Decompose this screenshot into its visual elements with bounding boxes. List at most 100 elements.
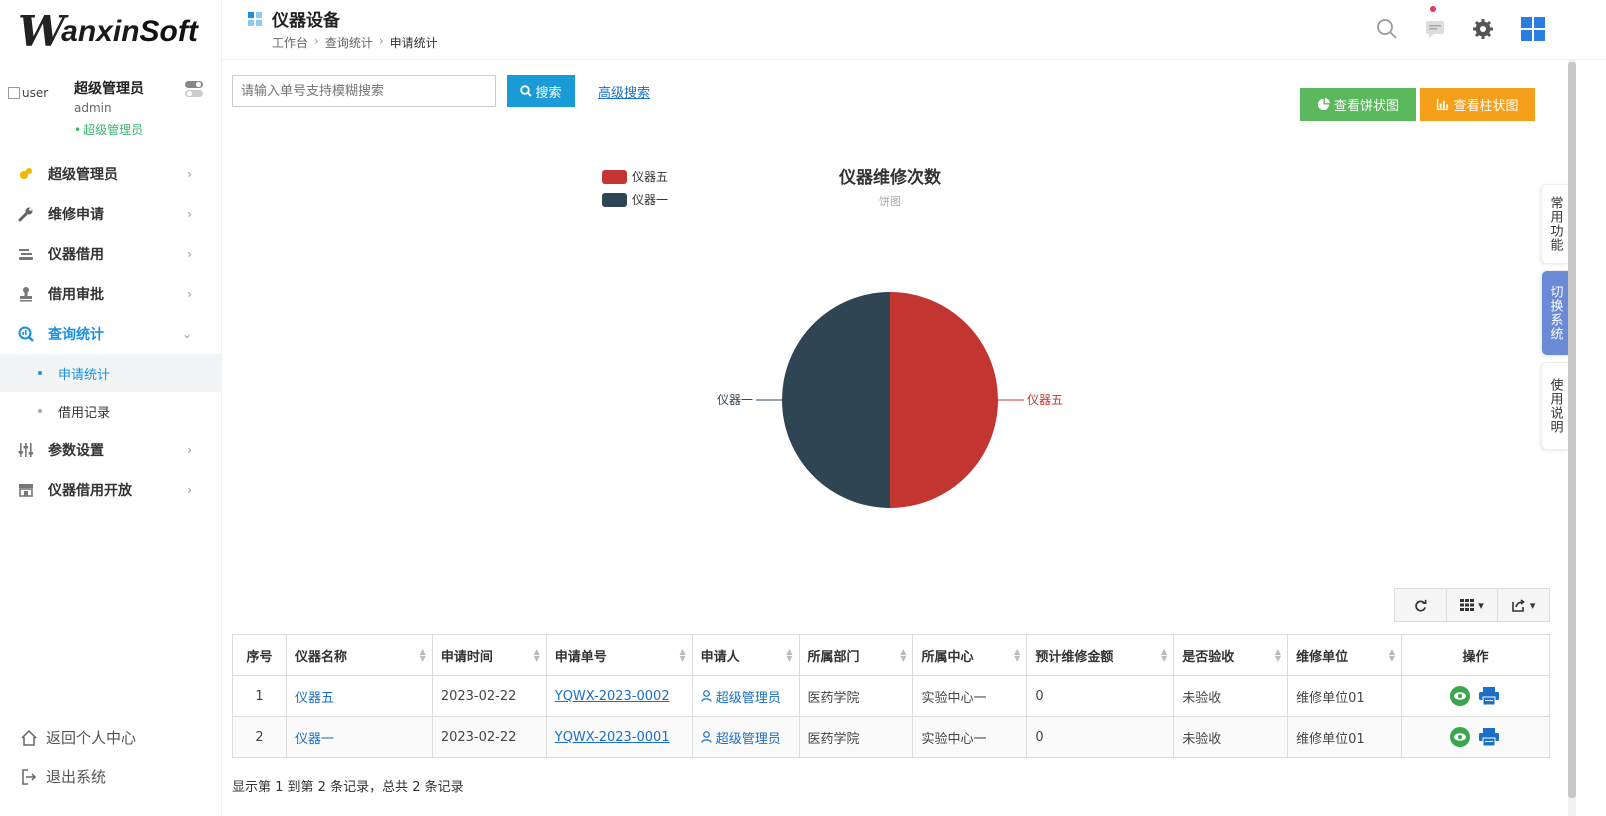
chart-legend: 仪器五仪器一 bbox=[602, 170, 668, 207]
col-header-label: 申请人 bbox=[700, 649, 740, 665]
legend-swatch[interactable] bbox=[602, 193, 627, 207]
brand-logo[interactable]: W anxin Soft bbox=[18, 8, 198, 56]
pie-slice[interactable] bbox=[890, 292, 998, 508]
cell-no: 2 bbox=[232, 716, 287, 758]
col-header-label: 申请时间 bbox=[440, 649, 493, 665]
side-menu: 超级管理员 › 维修申请 › 仪器借用 › 借用审批 › 查询统计 ⌄ 申请统计… bbox=[0, 154, 222, 510]
apps-grid-icon[interactable] bbox=[1520, 16, 1546, 42]
col-header-name[interactable]: 仪器名称 ▲ ▼ bbox=[285, 634, 433, 676]
col-header-center[interactable]: 所属中心 ▲ ▼ bbox=[912, 634, 1028, 676]
side-tab-switch-system[interactable]: 切换系统 bbox=[1541, 270, 1568, 356]
col-header-amount[interactable]: 预计维修金额 ▲ ▼ bbox=[1026, 634, 1175, 676]
menu-item-repair[interactable]: 维修申请 › bbox=[0, 194, 222, 234]
cell-unit: 维修单位01 bbox=[1287, 675, 1402, 717]
sort-icon: ▲ ▼ bbox=[679, 647, 686, 663]
col-header-label: 申请单号 bbox=[554, 649, 607, 665]
menu-item-admin[interactable]: 超级管理员 › bbox=[0, 154, 222, 194]
avatar-alt: user bbox=[22, 86, 49, 100]
breadcrumb-item[interactable]: 查询统计 bbox=[325, 34, 373, 51]
scrollbar[interactable] bbox=[1568, 60, 1606, 816]
col-header-dept[interactable]: 所属部门 ▲ ▼ bbox=[798, 634, 914, 676]
breadcrumb-item[interactable]: 工作台 bbox=[272, 34, 308, 51]
page-title-wrap: 仪器设备 bbox=[248, 6, 340, 31]
legend-label[interactable]: 仪器五 bbox=[632, 170, 668, 184]
table-row: 1 仪器五 2023-02-22 YQWX-2023-0002 超级管理员 医药… bbox=[232, 675, 1551, 717]
sort-icon: ▲ ▼ bbox=[1161, 647, 1168, 663]
menu-item-approval[interactable]: 借用审批 › bbox=[0, 274, 222, 314]
search-button[interactable]: 搜索 bbox=[507, 75, 575, 107]
cell-date: 2023-02-22 bbox=[431, 716, 547, 758]
chevron-right-icon: › bbox=[187, 247, 192, 261]
refresh-button[interactable] bbox=[1395, 589, 1447, 621]
cell-accepted: 未验收 bbox=[1173, 675, 1289, 717]
columns-button[interactable]: ▾ bbox=[1447, 589, 1499, 621]
col-header-applicant[interactable]: 申请人 ▲ ▼ bbox=[691, 634, 800, 676]
instrument-link[interactable]: 仪器五 bbox=[295, 691, 334, 706]
gear-icon[interactable] bbox=[1470, 16, 1496, 42]
chevron-right-icon: › bbox=[187, 167, 192, 181]
people-icon bbox=[18, 166, 34, 182]
col-header-date[interactable]: 申请时间 ▲ ▼ bbox=[431, 634, 547, 676]
legend-label[interactable]: 仪器一 bbox=[632, 193, 668, 207]
search-icon[interactable] bbox=[1374, 16, 1400, 42]
menu-item-statistics[interactable]: 查询统计 ⌄ bbox=[0, 314, 222, 354]
instrument-link[interactable]: 仪器一 bbox=[295, 732, 334, 747]
notification-dot bbox=[1430, 6, 1436, 12]
chevron-right-icon: › bbox=[187, 207, 192, 221]
back-link-label: 返回个人中心 bbox=[46, 729, 137, 747]
cell-applicant: 超级管理员 bbox=[691, 675, 800, 717]
side-tab-common[interactable]: 常用功能 bbox=[1541, 184, 1568, 264]
view-icon[interactable] bbox=[1450, 727, 1471, 747]
side-tab-help[interactable]: 使用说明 bbox=[1541, 362, 1568, 450]
print-icon[interactable] bbox=[1478, 686, 1500, 706]
page-title: 仪器设备 bbox=[272, 11, 340, 31]
user-icon bbox=[701, 730, 712, 743]
submenu-item-borrow-records[interactable]: 借用记录 bbox=[0, 392, 222, 430]
scrollbar-thumb[interactable] bbox=[1568, 62, 1576, 798]
applicant-link[interactable]: 超级管理员 bbox=[701, 730, 781, 747]
col-header-accepted[interactable]: 是否验收 ▲ ▼ bbox=[1173, 634, 1289, 676]
columns-grid-icon bbox=[1460, 599, 1475, 611]
view-icon[interactable] bbox=[1450, 686, 1471, 706]
table-row: 2 仪器一 2023-02-22 YQWX-2023-0001 超级管理员 医药… bbox=[232, 716, 1551, 758]
back-to-personal-center-link[interactable]: 返回个人中心 bbox=[20, 727, 136, 748]
cell-center: 实验中心一 bbox=[912, 716, 1028, 758]
sliders-icon bbox=[18, 442, 34, 458]
applicant-link[interactable]: 超级管理员 bbox=[701, 689, 781, 706]
caret-down-icon: ▾ bbox=[1478, 598, 1484, 612]
view-bar-chart-button[interactable]: 查看柱状图 bbox=[1420, 88, 1535, 121]
pie-slice[interactable] bbox=[782, 292, 890, 508]
search-icon bbox=[520, 85, 533, 97]
advanced-search-link[interactable]: 高级搜索 bbox=[598, 82, 650, 101]
chevron-down-icon: ⌄ bbox=[181, 327, 192, 341]
submenu-item-apply-stats[interactable]: 申请统计 bbox=[0, 354, 222, 392]
cell-amount: 0 bbox=[1026, 675, 1175, 717]
logout-link[interactable]: 退出系统 bbox=[20, 766, 106, 787]
print-icon[interactable] bbox=[1478, 727, 1500, 747]
refresh-icon bbox=[1415, 599, 1427, 611]
menu-item-open-borrow[interactable]: 仪器借用开放 › bbox=[0, 470, 222, 510]
sidebar: W anxin Soft user 超级管理员 admin 超级管理员 超级管理… bbox=[0, 0, 222, 816]
col-header-order[interactable]: 申请单号 ▲ ▼ bbox=[545, 634, 693, 676]
legend-swatch[interactable] bbox=[602, 170, 627, 184]
export-button[interactable]: ▾ bbox=[1498, 589, 1549, 621]
main-content: 搜索 高级搜索 查看饼状图 查看柱状图 仪器维修次数 饼图 仪器五仪器一 仪器五… bbox=[222, 60, 1568, 816]
menu-item-borrow[interactable]: 仪器借用 › bbox=[0, 234, 222, 274]
breadcrumb: 工作台 › 查询统计 › 申请统计 bbox=[272, 34, 438, 51]
order-link[interactable]: YQWX-2023-0002 bbox=[555, 689, 670, 704]
cell-accepted: 未验收 bbox=[1173, 716, 1289, 758]
col-header-ops: 操作 bbox=[1400, 634, 1551, 676]
order-link[interactable]: YQWX-2023-0001 bbox=[555, 730, 670, 745]
message-icon[interactable] bbox=[1422, 16, 1448, 42]
cell-applicant: 超级管理员 bbox=[691, 716, 800, 758]
side-tabs: 常用功能 切换系统 使用说明 bbox=[1541, 184, 1568, 450]
logout-label: 退出系统 bbox=[46, 768, 107, 786]
menu-item-settings[interactable]: 参数设置 › bbox=[0, 430, 222, 470]
col-header-unit[interactable]: 维修单位 ▲ ▼ bbox=[1287, 634, 1402, 676]
search-input[interactable] bbox=[232, 75, 496, 107]
records-table: 序号 仪器名称 ▲ ▼ 申请时间 ▲ ▼ 申请单号 ▲ ▼ 申请人 ▲ ▼ 所属部门 ▲ ▼ 所属中… bbox=[232, 634, 1551, 758]
toggle-icon[interactable] bbox=[184, 80, 204, 98]
view-pie-chart-button[interactable]: 查看饼状图 bbox=[1300, 88, 1416, 121]
col-header-label: 仪器名称 bbox=[294, 649, 347, 665]
cell-unit: 维修单位01 bbox=[1287, 716, 1402, 758]
